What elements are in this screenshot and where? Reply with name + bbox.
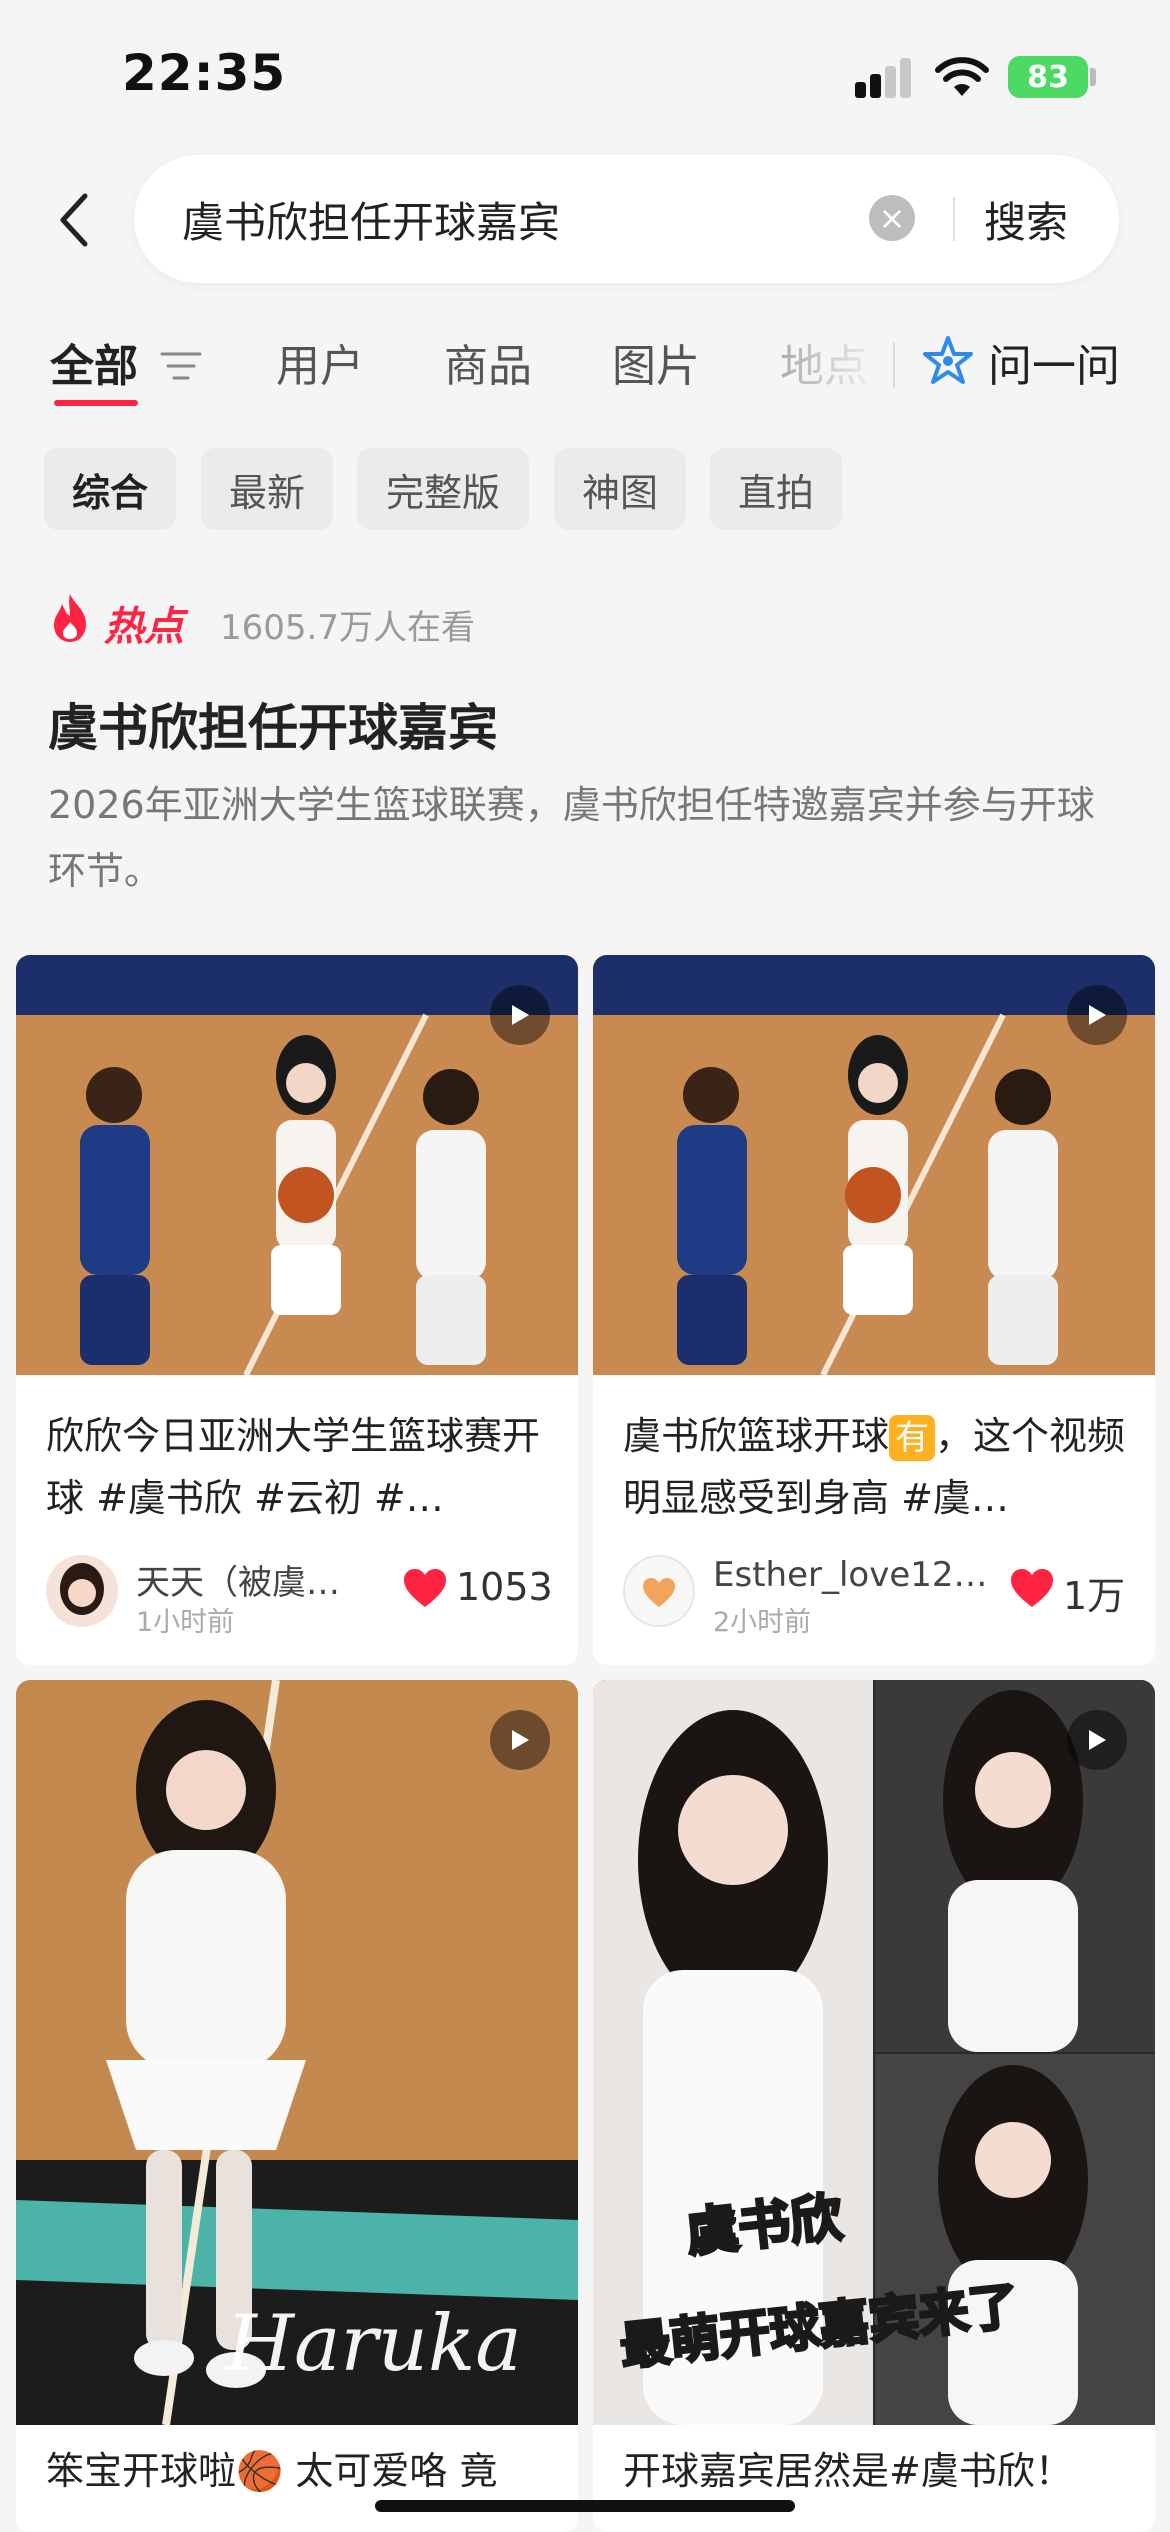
card-title: 笨宝开球啦🏀 太可爱咯 竟 [46,2449,498,2493]
chip-full-version[interactable]: 完整版 [357,448,529,530]
battery-level: 83 [1027,59,1069,95]
author-name[interactable]: Esther_love12… [713,1555,988,1595]
tab-users[interactable]: 用户 [276,330,364,394]
card-title: 欣欣今日亚洲大学生篮球赛开球 #虞书欣 #云初 #… [46,1414,541,1520]
result-tabs: 全部 用户 商品 图片 地点 问一问 [0,330,1170,420]
note-card[interactable]: 虞书欣篮球开球有，这个视频明显感受到身高 #虞… Esther_love12… … [593,955,1155,1665]
flame-icon [54,594,86,642]
back-button[interactable] [45,180,105,260]
hot-viewer-count: 1605.7万人在看 [220,608,475,648]
haruka-watermark: Haruka [224,2299,522,2389]
signal-icon [855,58,913,98]
filter-icon[interactable] [160,348,202,384]
video-thumbnail[interactable] [593,955,1155,1375]
post-time: 1小时前 [136,1607,235,1638]
status-bar: 22:35 83 [0,0,1170,150]
play-icon [1067,1710,1127,1770]
avatar[interactable] [46,1555,118,1627]
chip-overall[interactable]: 综合 [44,448,176,530]
hot-topic-description: 2026年亚洲大学生篮球联赛，虞书欣担任特邀嘉宾并参与开球环节。 [48,783,1095,893]
wifi-icon [935,56,989,102]
search-input[interactable]: 虞书欣担任开球嘉宾 [182,189,560,250]
like-count: 1万 [1063,1574,1126,1618]
like-count: 1053 [456,1565,553,1609]
card-title: 开球嘉宾居然是#虞书欣！ [623,2449,1073,2493]
hot-topic-title[interactable]: 虞书欣担任开球嘉宾 [48,688,498,760]
author-name[interactable]: 天天（被虞… [136,1555,340,1604]
chevron-left-icon [60,193,88,247]
video-thumbnail[interactable]: 虞书欣 最萌开球嘉宾来了 [593,1680,1155,2425]
battery-cap [1090,68,1096,86]
video-thumbnail[interactable]: Haruka [16,1680,578,2425]
play-icon [1067,985,1127,1045]
chip-latest[interactable]: 最新 [201,448,333,530]
search-button[interactable]: 搜索 [984,189,1068,250]
card-badge: 有 [889,1415,936,1461]
note-card[interactable]: 虞书欣 最萌开球嘉宾来了 开球嘉宾居然是#虞书欣！ [593,1680,1155,2532]
tab-fade [775,330,880,410]
tab-all[interactable]: 全部 [50,330,138,394]
play-icon [490,1710,550,1770]
heart-icon[interactable] [402,1567,448,1609]
clear-icon[interactable]: × [869,195,915,241]
tab-active-indicator [54,400,138,406]
chip-fancam[interactable]: 直拍 [710,448,842,530]
avatar[interactable] [623,1555,695,1627]
girl-on-court-image: Haruka [16,1680,578,2425]
heart-icon[interactable] [1009,1567,1055,1609]
tab-images[interactable]: 图片 [612,330,700,394]
card-title-part: 虞书欣篮球开球 [623,1414,890,1458]
collage-image: 虞书欣 最萌开球嘉宾来了 [593,1680,1155,2425]
tab-products[interactable]: 商品 [444,330,532,394]
battery-icon: 83 [1008,56,1088,98]
tab-separator [893,342,895,388]
ask-star-icon[interactable] [920,334,976,390]
ask-button[interactable]: 问一问 [988,330,1120,394]
post-time: 2小时前 [713,1607,812,1638]
status-time: 22:35 [122,44,287,102]
chip-best-pics[interactable]: 神图 [554,448,686,530]
home-indicator [375,2500,795,2512]
note-card[interactable]: Haruka 笨宝开球啦🏀 太可爱咯 竟 [16,1680,578,2532]
hot-label: 热点 [104,604,184,650]
card-title: 虞书欣篮球开球有，这个视频明显感受到身高 #虞… [623,1405,1133,1529]
video-thumbnail[interactable] [16,955,578,1375]
search-divider [953,197,955,241]
note-card[interactable]: 欣欣今日亚洲大学生篮球赛开球 #虞书欣 #云初 #… 天天（被虞… 1小时前 1… [16,955,578,1665]
search-bar[interactable]: 虞书欣担任开球嘉宾 × 搜索 [134,155,1119,283]
play-icon [490,985,550,1045]
